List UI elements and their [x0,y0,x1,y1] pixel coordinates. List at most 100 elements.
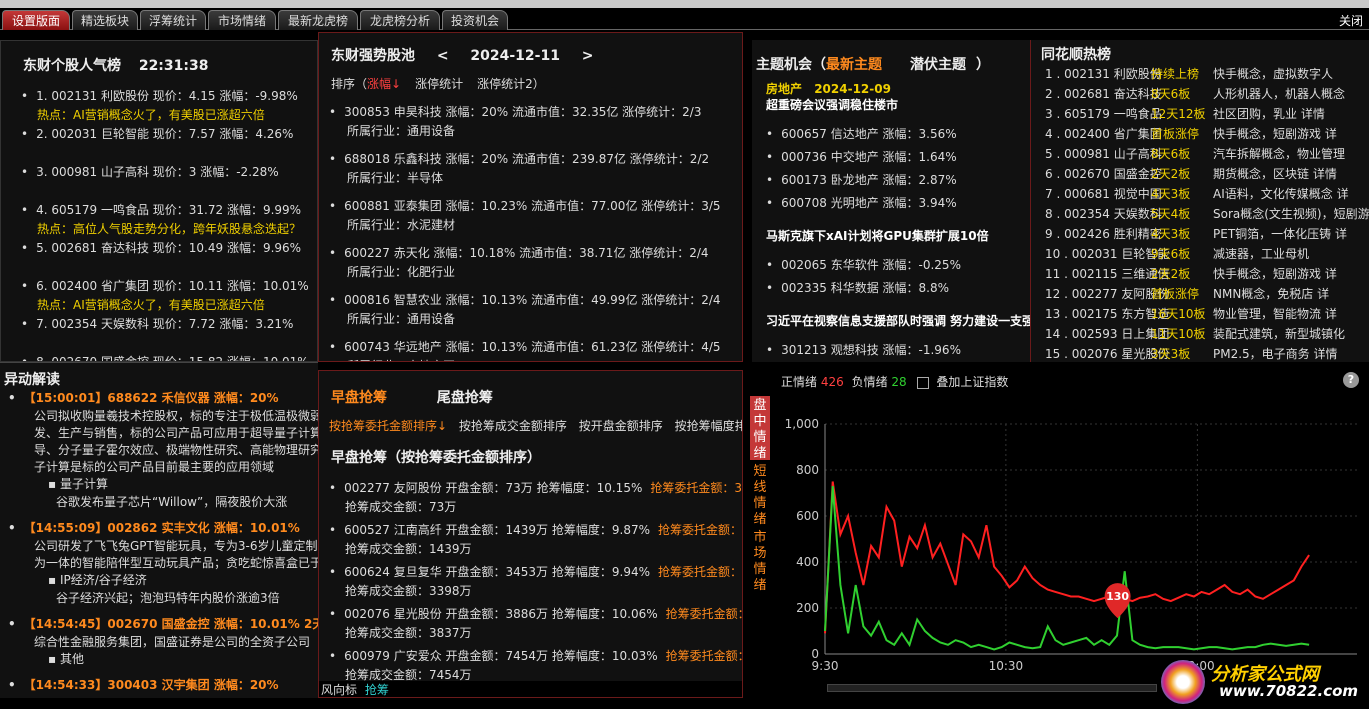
tab-latest-dragon-tiger[interactable]: 最新龙虎榜 [278,10,358,30]
strong-pool-item[interactable]: 600743 华远地产 涨幅：10.13% 流通市值：61.23亿 涨停统计：4… [329,338,739,361]
theme-stock[interactable]: 600173 卧龙地产 涨幅：2.87% [766,171,1030,194]
ths-tag: 4天3板 [1151,227,1191,241]
tab-bar: 设置版面 精选板块 浮筹统计 市场情绪 最新龙虎榜 龙虎榜分析 投资机会 关闭 [0,8,1369,30]
anomaly-item[interactable]: 【15:00:01】688622 禾信仪器 涨幅：20% 公司拟收购量羲技术控股权… [8,389,318,511]
ths-hot-item[interactable]: 15 . 002076 星光股份3天3板 PM2.5，电子商务 详情 [1045,345,1369,362]
tab-shortterm-sentiment[interactable]: 短线情绪 [750,462,770,527]
sort-entrust-amount[interactable]: 按抢筹委托金额排序↓ [329,419,447,433]
strong-pool-item[interactable]: 600227 赤天化 涨幅：10.18% 流通市值：38.71亿 涨停统计：2/… [329,244,739,291]
sort-open-amount[interactable]: 按开盘金额排序 [579,419,663,433]
popularity-item[interactable]: 1. 002131 利欧股份 现价：4.15 涨幅：-9.98% 热点：AI营销概… [21,87,317,125]
tab-weathervane[interactable]: 风向标 [321,683,357,697]
ths-hot-item[interactable]: 12 . 002277 友阿股份首板涨停 NMN概念，免税店 详 [1045,285,1369,305]
tab-floating-chips[interactable]: 浮筹统计 [140,10,206,30]
chart-scrollbar[interactable] [827,684,1157,692]
next-date-button[interactable]: > [582,48,594,64]
auction-stock-line: 600527 江南高纤 开盘金额：1439万 抢筹幅度：9.87% [344,523,650,537]
theme-stock[interactable]: 600708 光明地产 涨幅：3.94% [766,194,1030,217]
close-button[interactable]: 关闭 [1339,12,1363,29]
tab-late-auction[interactable]: 尾盘抢筹 [437,390,493,406]
ths-stock: 7 . 000681 视觉中国 [1045,187,1162,201]
auction-item[interactable]: 002277 友阿股份 开盘金额：73万 抢筹幅度：10.15% 抢筹委托金额：3… [329,479,742,521]
ths-hot-list: 1 . 002131 利欧股份持续上榜 快手概念，虚拟数字人 2 . 002681 … [1045,65,1369,362]
tab-auction[interactable]: 抢筹 [365,683,389,697]
auction-item[interactable]: 600624 复旦复华 开盘金额：3453万 抢筹幅度：9.94% 抢筹委托金额：… [329,563,742,605]
strong-pool-list: 300853 申昊科技 涨幅：20% 流通市值：32.35亿 涨停统计：2/3 所… [329,103,739,361]
ths-hot-item[interactable]: 11 . 002115 三维通信2天2板 快手概念，短剧游戏 详 [1045,265,1369,285]
tab-market-sentiment[interactable]: 市场情绪 [208,10,276,30]
strong-pool-industry: 所属行业：通用设备 [347,124,456,138]
popularity-item[interactable]: 4. 605179 一鸣食品 现价：31.72 涨幅：9.99% 热点：高位人气股… [21,201,317,239]
popularity-item[interactable]: 3. 000981 山子高科 现价：3 涨幅：-2.28% [21,163,317,201]
theme-stock[interactable]: 002335 科华数据 涨幅：8.8% [766,279,1030,302]
popularity-item[interactable]: 2. 002031 巨轮智能 现价：7.57 涨幅：4.26% [21,125,317,163]
auction-list: 002277 友阿股份 开盘金额：73万 抢筹幅度：10.15% 抢筹委托金额：3… [329,479,743,689]
ths-hot-item[interactable]: 1 . 002131 利欧股份持续上榜 快手概念，虚拟数字人 [1045,65,1369,85]
tab-intraday-sentiment[interactable]: 盘中情绪 [750,396,770,461]
auction-deal: 抢筹成交金额：73万 [345,500,457,514]
ths-stock: 13 . 002175 东方智造 [1045,307,1170,321]
ths-concept: AI语料，文化传媒概念 详 [1213,187,1349,201]
tab-dragon-tiger-analysis[interactable]: 龙虎榜分析 [360,10,440,30]
sort-deal-amount[interactable]: 按抢筹成交金额排序 [459,419,567,433]
tab-market-sentiment-side[interactable]: 市场情绪 [750,528,770,593]
theme-stock[interactable]: 002065 东华软件 涨幅：-0.25% [766,256,1030,279]
prev-date-button[interactable]: < [437,48,449,64]
sort-range[interactable]: 按抢筹幅度排序 [675,419,742,433]
y-tick-label: 600 [796,509,819,523]
ths-tag: 首板涨停 [1151,287,1200,301]
ths-hot-item[interactable]: 6 . 002670 国盛金控2天2板 期货概念，区块链 详情 [1045,165,1369,185]
sort-by-limitup[interactable]: 涨停统计 [415,77,463,91]
popularity-item[interactable]: 8. 002670 国盛金控 现价：15.82 涨幅：10.01% [21,353,317,361]
anomaly-body-line: 为一体的智能陪伴型互动玩具产品；贪吃蛇惊喜盒已于电商平台开售 [34,556,318,570]
tab-latest-theme[interactable]: 最新主题 [826,57,882,73]
ths-concept: PM2.5，电子商务 详情 [1213,347,1338,361]
anomaly-item[interactable]: 【14:55:09】002862 实丰文化 涨幅：10.01% 公司研发了飞飞兔G… [8,519,318,607]
ths-hot-item[interactable]: 13 . 002175 东方智造16天10板 物业管理，智能物流 详 [1045,305,1369,325]
strong-pool-item[interactable]: 688018 乐鑫科技 涨幅：20% 流通市值：239.87亿 涨停统计：2/2… [329,150,739,197]
sort-by-gain[interactable]: 涨幅↓ [367,77,401,91]
anomaly-body-line: 公司研发了飞飞兔GPT智能玩具，专为3-6岁儿童定制，融合AI技术和亲子陪伴 [34,539,318,553]
strong-pool-item[interactable]: 600881 亚泰集团 涨幅：10.23% 流通市值：77.00亿 涨停统计：3… [329,197,739,244]
theme-headline[interactable]: 习近平在视察信息支援部队时强调 努力建设一支强大的现代化信息支援部队 [766,312,1030,329]
ths-hot-item[interactable]: 3 . 605179 一鸣食品12天12板 社区团购，乳业 详情 [1045,105,1369,125]
ths-hot-item[interactable]: 2 . 002681 奋达科技8天6板 人形机器人，机器人概念 [1045,85,1369,105]
x-tick-label: 9:30 [812,659,839,673]
auction-line-wrap: 600527 江南高纤 开盘金额：1439万 抢筹幅度：9.87% 抢筹委托金额： [329,521,743,538]
tab-early-auction[interactable]: 早盘抢筹 [331,390,387,406]
ths-hot-item[interactable]: 14 . 002593 日上集团11天10板 装配式建筑，新型城镇化 [1045,325,1369,345]
auction-item[interactable]: 600527 江南高纤 开盘金额：1439万 抢筹幅度：9.87% 抢筹委托金额：… [329,521,743,563]
theme-spacer [766,217,1030,227]
ths-hot-item[interactable]: 7 . 000681 视觉中国4天3板 AI语料，文化传媒概念 详 [1045,185,1369,205]
sort-by-limitup2[interactable]: 涨停统计2 [477,77,533,91]
popularity-title: 东财个股人气榜 [23,58,121,74]
y-tick-label: 200 [796,601,819,615]
ths-hot-item[interactable]: 10 . 002031 巨轮智能9天6板 减速器，工业母机 [1045,245,1369,265]
strong-pool-item[interactable]: 300853 申昊科技 涨幅：20% 流通市值：32.35亿 涨停统计：2/3 所… [329,103,739,150]
popularity-header: 东财个股人气榜 22:31:38 [23,55,208,75]
anomaly-item[interactable]: 【14:54:45】002670 国盛金控 涨幅：10.01% 2天2板综合性金… [8,615,318,668]
theme-stock[interactable]: 000736 中交地产 涨幅：1.64% [766,148,1030,171]
ths-hot-item[interactable]: 9 . 002426 胜利精密4天3板 PET铜箔，一体化压铸 详 [1045,225,1369,245]
ths-hot-item[interactable]: 8 . 002354 天娱数科5天4板 Sora概念(文生视频)，短剧游 [1045,205,1369,225]
ths-tag: 4天3板 [1151,187,1191,201]
ths-hot-item[interactable]: 5 . 000981 山子高科8天6板 汽车拆解概念，物业管理 [1045,145,1369,165]
theme-headline[interactable]: 马斯克旗下xAI计划将GPU集群扩展10倍 [766,227,1030,244]
tab-selected-sectors[interactable]: 精选板块 [72,10,138,30]
auction-item[interactable]: 002076 星光股份 开盘金额：3886万 抢筹幅度：10.06% 抢筹委托金额… [329,605,742,647]
tab-layout-settings[interactable]: 设置版面 [2,10,70,30]
popularity-item[interactable]: 7. 002354 天娱数科 现价：7.72 涨幅：3.21% [21,315,317,353]
auction-deal: 抢筹成交金额：3837万 [345,626,472,640]
tab-latent-theme[interactable]: 潜伏主题 [910,57,966,73]
tab-investment-opportunity[interactable]: 投资机会 [442,10,508,30]
popularity-item[interactable]: 6. 002400 省广集团 现价：10.11 涨幅：10.01% 热点：AI营销… [21,277,317,315]
anomaly-item[interactable]: 【14:54:33】300403 汉宇集团 涨幅：20% [8,676,318,694]
theme-headline[interactable]: 超重磅会议强调稳住楼市 [766,96,1030,113]
theme-stock[interactable]: 600657 信达地产 涨幅：3.56% [766,125,1030,148]
strong-pool-item[interactable]: 000816 智慧农业 涨幅：10.13% 流通市值：49.99亿 涨停统计：2… [329,291,739,338]
ths-hot-item[interactable]: 4 . 002400 省广集团首板涨停 快手概念，短剧游戏 详 [1045,125,1369,145]
theme-stock[interactable]: 301213 观想科技 涨幅：-1.96% [766,341,1030,362]
auction-entrust: 抢筹委托金额： [658,523,743,537]
strong-pool-industry: 所属行业：房地产开 [329,357,739,361]
popularity-item[interactable]: 5. 002681 奋达科技 现价：10.49 涨幅：9.96% [21,239,317,277]
